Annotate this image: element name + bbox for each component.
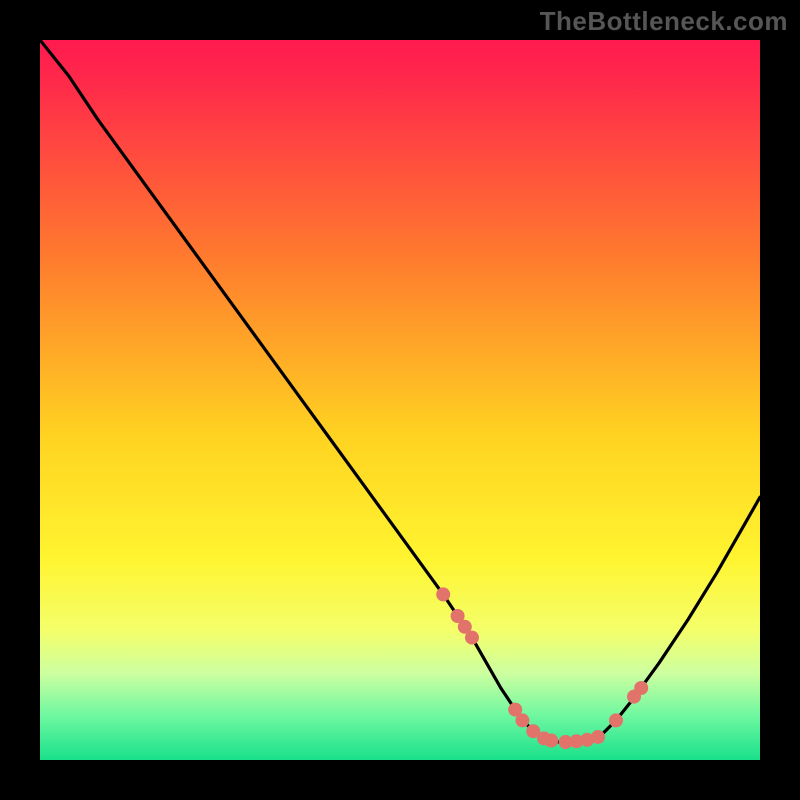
marker-dot [634, 681, 648, 695]
chart-frame: TheBottleneck.com [0, 0, 800, 800]
marker-dot [591, 730, 605, 744]
chart-plot [40, 40, 760, 760]
marker-dot [609, 713, 623, 727]
chart-canvas [40, 40, 760, 760]
marker-dot [436, 587, 450, 601]
marker-dot [544, 734, 558, 748]
watermark-text: TheBottleneck.com [540, 6, 788, 37]
marker-dot [465, 631, 479, 645]
marker-dot [515, 713, 529, 727]
chart-background [40, 40, 760, 760]
